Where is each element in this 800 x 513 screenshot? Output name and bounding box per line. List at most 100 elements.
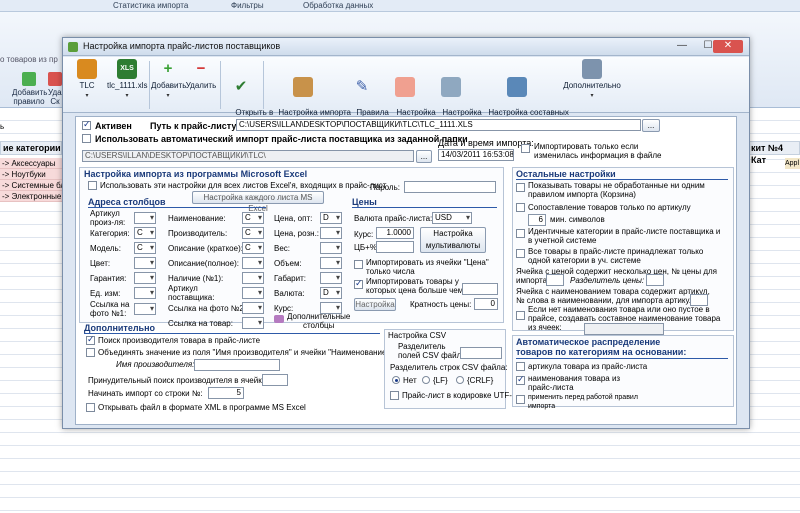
column-select[interactable] <box>242 287 264 299</box>
cb-percent-input[interactable] <box>376 241 414 253</box>
csv-row-sep-none-label: Нет <box>403 376 417 385</box>
csv-row-sep-lf-label: {LF} <box>433 376 448 385</box>
single-category-checkbox[interactable] <box>516 249 525 258</box>
pricelist-file-button[interactable]: XLS tlc_1111.xls ▾ <box>107 59 147 101</box>
column-select[interactable] <box>320 272 342 284</box>
bg-category-row[interactable]: -> Системные бл <box>0 180 62 191</box>
column-select[interactable] <box>242 257 264 269</box>
identical-categories-checkbox[interactable] <box>516 229 525 238</box>
rate-input[interactable]: 1.0000 <box>376 227 414 239</box>
column-label: Производитель: <box>168 229 228 238</box>
column-select[interactable] <box>134 257 156 269</box>
forced-search-input[interactable] <box>262 374 288 386</box>
column-select[interactable]: C <box>134 242 156 254</box>
column-select[interactable] <box>134 272 156 284</box>
merge-fields-label: Объединять значение из поля "Имя произво… <box>98 348 390 357</box>
close-button[interactable]: ✕ <box>713 40 743 53</box>
column-select[interactable] <box>242 302 264 314</box>
column-select[interactable]: D <box>320 212 342 224</box>
all-sheets-checkbox[interactable] <box>88 181 97 190</box>
apply-before-rules-checkbox[interactable] <box>516 395 525 404</box>
auto-distribution-title: Автоматическое распределение товаров по … <box>516 337 687 357</box>
column-select[interactable] <box>134 303 156 315</box>
dialog-titlebar[interactable]: Настройка импорта прайс-листов поставщик… <box>63 38 749 56</box>
match-by-sku-checkbox[interactable] <box>516 203 525 212</box>
composite-name-checkbox[interactable] <box>516 311 525 320</box>
column-label: Габарит: <box>274 274 306 283</box>
column-select[interactable] <box>134 212 156 224</box>
bg-tab-data-processing[interactable]: Обработка данных <box>303 1 373 10</box>
min-price-checkbox[interactable] <box>354 278 363 289</box>
import-if-changed-checkbox[interactable] <box>521 144 530 153</box>
numbers-only-checkbox[interactable] <box>354 260 363 269</box>
open-xml-checkbox[interactable] <box>86 403 95 412</box>
multiplicity-input[interactable]: 0 <box>474 298 498 310</box>
manufacturer-name-label: Имя производителя: <box>116 360 195 369</box>
more-button[interactable]: Дополнительно ▾ <box>560 59 624 101</box>
composite-name-cells-input[interactable] <box>584 323 664 335</box>
manufacturer-name-input[interactable] <box>194 359 280 371</box>
column-label: Артикул поставщика: <box>168 284 215 302</box>
currency-select[interactable]: USD <box>432 212 472 224</box>
column-select[interactable]: C <box>242 212 264 224</box>
column-select[interactable]: C <box>134 227 156 239</box>
dist-by-sku-checkbox[interactable] <box>516 362 525 371</box>
bg-add-rule-button[interactable]: Добавить правило <box>12 72 48 106</box>
merge-fields-checkbox[interactable] <box>86 348 95 357</box>
price-number-input[interactable] <box>546 274 564 286</box>
start-row-input[interactable]: 5 <box>208 387 244 399</box>
extra-columns-link[interactable]: Дополнительные столбцы <box>287 312 350 330</box>
bg-delete-button[interactable]: Удалить Ск <box>48 72 79 106</box>
other-settings-divider <box>516 179 728 180</box>
columns-title: Адреса столбцов <box>88 197 166 207</box>
active-checkbox[interactable] <box>82 119 91 130</box>
bg-category-row[interactable]: -> Аксессуары <box>0 158 62 169</box>
column-select[interactable] <box>242 317 264 329</box>
show-unprocessed-checkbox[interactable] <box>516 183 525 192</box>
bg-category-row[interactable]: -> Электронные <box>0 191 62 202</box>
per-sheet-settings-button[interactable]: Настройка каждого листа MS Excel <box>192 191 324 213</box>
utf8-checkbox[interactable] <box>390 391 399 400</box>
password-input[interactable] <box>404 181 496 193</box>
folder-input[interactable]: C:\USERS\ILLAN\DESKTOP\ПОСТАВЩИКИ\TLC\ <box>82 150 414 162</box>
min-price-input[interactable] <box>462 283 498 295</box>
add-button[interactable]: + Добавить ▾ <box>151 59 186 101</box>
column-select[interactable] <box>320 227 342 239</box>
delete-button[interactable]: − Удалить <box>185 59 217 90</box>
min-symbols-input[interactable]: 6 <box>528 214 546 226</box>
toolbar-separator <box>149 61 150 109</box>
column-select[interactable] <box>134 287 156 299</box>
column-select[interactable]: C <box>242 227 264 239</box>
datetime-field: 14/03/2011 16:53:08 <box>438 149 514 161</box>
bg-tab-filters[interactable]: Фильтры <box>231 1 264 10</box>
csv-title: Настройка CSV <box>388 331 447 340</box>
browse-path-button[interactable]: ... <box>642 119 660 132</box>
auto-import-checkbox[interactable] <box>82 134 91 143</box>
column-label: Валюта: <box>274 289 305 298</box>
dist-by-name-checkbox[interactable] <box>516 374 525 385</box>
multicurrency-settings-button[interactable]: Настройка мультивалюты <box>420 227 486 253</box>
price-separator-input[interactable] <box>646 274 664 286</box>
column-select[interactable]: D <box>320 287 342 299</box>
csv-row-sep-none-radio[interactable] <box>392 376 400 384</box>
min-symbols-label: мин. символов <box>550 215 605 224</box>
csv-field-sep-input[interactable] <box>460 347 502 359</box>
price-setup-button[interactable]: Настройка <box>354 298 396 311</box>
bg-category-row[interactable]: -> Ноутбуки <box>0 169 62 180</box>
column-select[interactable] <box>320 242 342 254</box>
search-manufacturer-checkbox[interactable] <box>86 334 95 345</box>
path-input[interactable]: C:\USERS\ILLAN\DESKTOP\ПОСТАВЩИКИ\TLC\TL… <box>236 119 641 131</box>
supplier-tlc-label: TLC <box>79 81 95 90</box>
csv-row-sep-lf-radio[interactable] <box>422 376 430 384</box>
bg-add-rule-label: Добавить правило <box>12 88 48 106</box>
bg-tab-import-stats[interactable]: Статистика импорта <box>113 1 188 10</box>
supplier-tlc-button[interactable]: TLC ▾ <box>69 59 105 101</box>
csv-row-sep-crlf-radio[interactable] <box>456 376 464 384</box>
column-select[interactable] <box>242 272 264 284</box>
column-label: Цвет: <box>90 259 111 268</box>
column-select[interactable] <box>320 257 342 269</box>
composite-icon <box>507 77 527 97</box>
minimize-button[interactable]: — <box>671 40 693 53</box>
browse-folder-button[interactable]: ... <box>416 150 432 163</box>
column-select[interactable]: C <box>242 242 264 254</box>
